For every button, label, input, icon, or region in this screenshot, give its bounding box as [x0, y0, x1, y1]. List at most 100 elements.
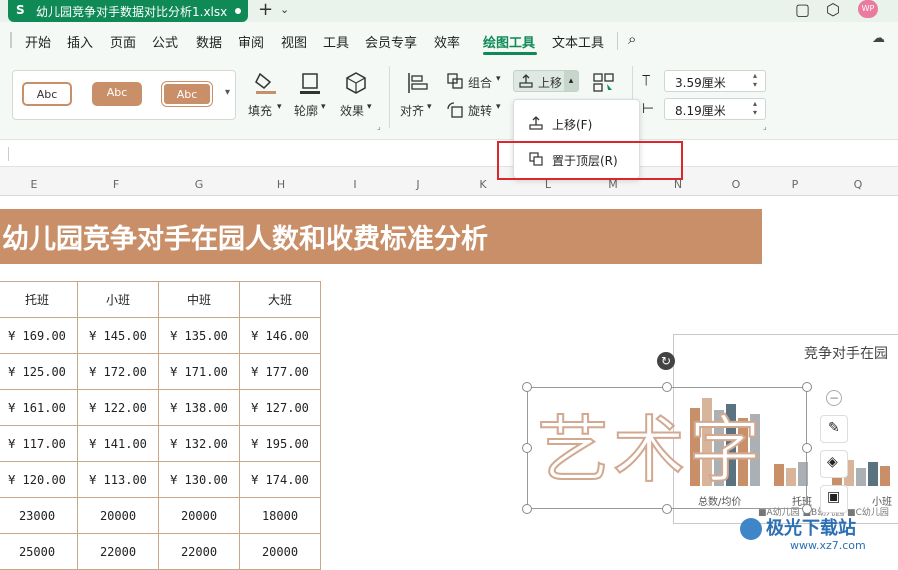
cube-icon[interactable]: ⬡	[826, 0, 840, 20]
header-cell[interactable]: 大班	[239, 281, 321, 318]
menu-member[interactable]: 会员专享	[365, 32, 417, 51]
resize-handle[interactable]	[522, 382, 532, 392]
header-cell[interactable]: 小班	[77, 281, 159, 318]
collapse-icon[interactable]: −	[826, 390, 842, 406]
chevron-down-icon[interactable]: ▾	[277, 102, 282, 112]
formula-bar[interactable]	[0, 141, 898, 167]
column-header[interactable]: P	[785, 178, 805, 191]
table-cell[interactable]: 25000	[0, 533, 78, 570]
table-cell[interactable]: ¥ 174.00	[239, 461, 321, 498]
table-cell[interactable]: 22000	[77, 533, 159, 570]
avatar[interactable]: WP	[858, 0, 878, 18]
chevron-down-icon[interactable]: ▾	[496, 74, 501, 84]
column-header[interactable]: H	[271, 178, 291, 191]
banner-cell[interactable]: 幼儿园竞争对手在园人数和收费标准分析	[0, 209, 762, 264]
move-up-button[interactable]: 上移 ▴	[513, 70, 579, 92]
resize-handle[interactable]	[662, 504, 672, 514]
table-cell[interactable]: ¥ 138.00	[158, 389, 240, 426]
style-preset-2[interactable]: Abc	[92, 82, 142, 106]
chevron-down-icon[interactable]: ▾	[427, 102, 432, 112]
chevron-down-icon[interactable]: ▾	[321, 102, 326, 112]
gallery-more-icon[interactable]: ▾	[225, 87, 230, 98]
document-tab[interactable]: S 幼儿园竞争对手数据对比分析1.xlsx	[8, 0, 248, 22]
table-cell[interactable]: ¥ 122.00	[77, 389, 159, 426]
menu-start[interactable]: 开始	[25, 32, 51, 51]
resize-handle[interactable]	[522, 443, 532, 453]
align-label[interactable]: 对齐	[400, 102, 424, 119]
column-header[interactable]: E	[24, 178, 44, 191]
cloud-icon[interactable]: ☁	[872, 31, 885, 46]
table-cell[interactable]: ¥ 171.00	[158, 353, 240, 390]
outline-label[interactable]: 轮廓	[294, 102, 318, 119]
menu-view[interactable]: 视图	[281, 32, 307, 51]
chevron-up-icon[interactable]: ▴	[564, 71, 578, 91]
table-cell[interactable]: ¥ 195.00	[239, 425, 321, 462]
fill-icon[interactable]	[252, 70, 280, 96]
spin-down-icon[interactable]: ▾	[753, 80, 757, 89]
table-cell[interactable]: ¥ 135.00	[158, 317, 240, 354]
menu-tools[interactable]: 工具	[323, 32, 349, 51]
style-preset-1[interactable]: Abc	[22, 82, 72, 106]
menu-insert[interactable]: 插入	[67, 32, 93, 51]
column-header[interactable]: J	[408, 178, 428, 191]
table-cell[interactable]: ¥ 169.00	[0, 317, 78, 354]
effect-label[interactable]: 效果	[340, 102, 364, 119]
group-icon[interactable]	[446, 72, 464, 90]
header-cell[interactable]: 中班	[158, 281, 240, 318]
selection-pane-icon[interactable]	[592, 72, 616, 94]
fill-label[interactable]: 填充	[248, 102, 272, 119]
plus-icon[interactable]: +	[258, 0, 273, 20]
table-cell[interactable]: 20000	[239, 533, 321, 570]
rotate-label[interactable]: 旋转	[468, 102, 492, 119]
column-header[interactable]: I	[345, 178, 365, 191]
table-cell[interactable]: 22000	[158, 533, 240, 570]
expand-icon[interactable]: ⌟	[377, 122, 381, 131]
table-cell[interactable]: ¥ 161.00	[0, 389, 78, 426]
column-header[interactable]: F	[106, 178, 126, 191]
spin-down-icon[interactable]: ▾	[753, 108, 757, 117]
menu-drawing-tools[interactable]: 绘图工具	[483, 32, 535, 51]
resize-handle[interactable]	[522, 504, 532, 514]
spin-up-icon[interactable]: ▴	[753, 99, 757, 108]
fill-button[interactable]: ◈	[820, 450, 848, 478]
table-cell[interactable]: 20000	[158, 497, 240, 534]
menu-text-tools[interactable]: 文本工具	[552, 32, 604, 51]
expand-icon[interactable]: ⌟	[763, 122, 767, 131]
table-cell[interactable]: ¥ 146.00	[239, 317, 321, 354]
table-cell[interactable]: ¥ 145.00	[77, 317, 159, 354]
menu-review[interactable]: 审阅	[238, 32, 264, 51]
table-cell[interactable]: ¥ 130.00	[158, 461, 240, 498]
menu-efficiency[interactable]: 效率	[434, 32, 460, 51]
table-cell[interactable]: ¥ 125.00	[0, 353, 78, 390]
wordart-text[interactable]: 艺术字	[536, 391, 765, 496]
column-header[interactable]: K	[473, 178, 493, 191]
table-cell[interactable]: ¥ 172.00	[77, 353, 159, 390]
table-cell[interactable]: ¥ 141.00	[77, 425, 159, 462]
column-header[interactable]: G	[189, 178, 209, 191]
window-icon[interactable]: ▢	[795, 0, 810, 20]
style-preset-3[interactable]: Abc	[162, 82, 212, 106]
rotate-handle-icon[interactable]: ↻	[657, 352, 675, 370]
table-cell[interactable]: 23000	[0, 497, 78, 534]
group-label[interactable]: 组合	[468, 74, 492, 91]
height-field[interactable]: 3.59厘米 ▴ ▾	[664, 70, 766, 92]
header-cell[interactable]: 托班	[0, 281, 78, 318]
column-header[interactable]: O	[726, 178, 746, 191]
column-header[interactable]: Q	[848, 178, 868, 191]
table-cell[interactable]: ¥ 127.00	[239, 389, 321, 426]
width-field[interactable]: 8.19厘米 ▴ ▾	[664, 98, 766, 120]
resize-handle[interactable]	[802, 382, 812, 392]
rotate-icon[interactable]	[446, 101, 464, 119]
table-cell[interactable]: ¥ 113.00	[77, 461, 159, 498]
resize-handle[interactable]	[802, 504, 812, 514]
table-cell[interactable]: ¥ 120.00	[0, 461, 78, 498]
menu-data[interactable]: 数据	[196, 32, 222, 51]
align-icon[interactable]	[404, 70, 432, 96]
search-icon[interactable]: ⌕	[628, 30, 636, 48]
resize-handle[interactable]	[662, 382, 672, 392]
outline-button[interactable]: ▣	[820, 485, 848, 513]
table-cell[interactable]: 20000	[77, 497, 159, 534]
effect-icon[interactable]	[342, 70, 370, 96]
table-cell[interactable]: 18000	[239, 497, 321, 534]
menu-formula[interactable]: 公式	[152, 32, 178, 51]
